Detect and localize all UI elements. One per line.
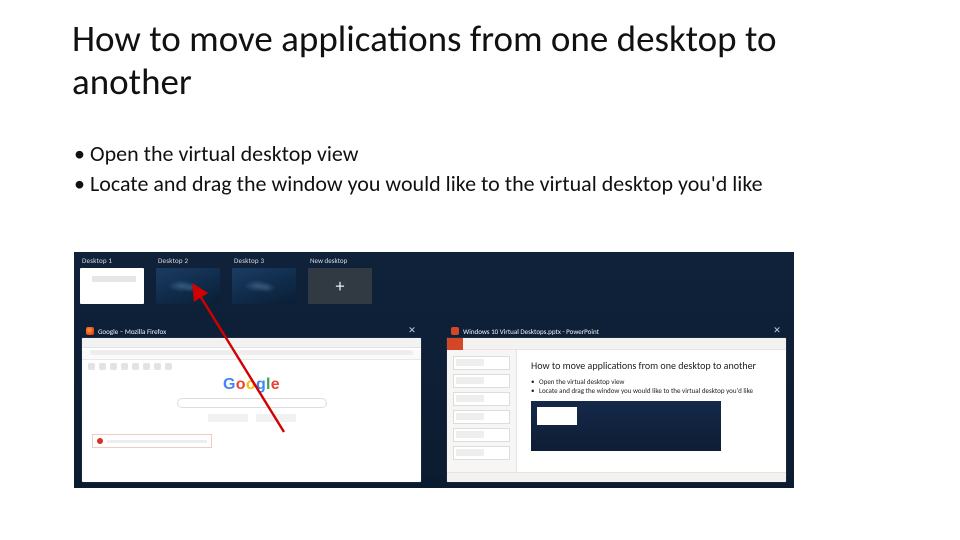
plus-icon[interactable]: + <box>308 268 372 304</box>
bullet-item: • Locate and drag the window you would l… <box>74 170 894 198</box>
new-desktop-button[interactable]: New desktop + <box>308 256 372 316</box>
new-desktop-label: New desktop <box>310 256 372 266</box>
window-body[interactable]: How to move applications from one deskto… <box>447 338 786 482</box>
desktop-preview[interactable] <box>156 268 220 304</box>
powerpoint-icon <box>451 327 459 335</box>
inner-slide-title: How to move applications from one deskto… <box>531 360 772 371</box>
window-preview-firefox[interactable]: Google – Mozilla Firefox ✕ Google <box>82 324 421 482</box>
status-bar <box>447 472 786 482</box>
desktop-label: Desktop 2 <box>158 256 188 266</box>
alert-dot-icon <box>97 438 103 444</box>
inner-bullet-list: •Open the virtual desktop view •Locate a… <box>531 377 772 395</box>
open-windows-row: Google – Mozilla Firefox ✕ Google <box>82 324 786 482</box>
bullet-text: Open the virtual desktop view <box>90 140 894 168</box>
slide-title: How to move applications from one deskto… <box>72 18 892 103</box>
desktop-thumb-2[interactable]: Desktop 2 <box>156 256 222 316</box>
ribbon-bar <box>447 338 786 350</box>
window-titlebar: Google – Mozilla Firefox ✕ <box>82 324 421 338</box>
google-buttons <box>208 414 296 422</box>
window-body[interactable]: Google <box>82 338 421 482</box>
desktop-thumbnail-strip: Desktop 1 Desktop 2 Desktop 3 New deskto… <box>74 252 794 316</box>
bookmark-row <box>82 362 421 371</box>
desktop-label: Desktop 3 <box>234 256 264 266</box>
slide-canvas: How to move applications from one deskto… <box>517 350 786 472</box>
firefox-icon <box>86 327 94 335</box>
inner-screenshot <box>531 401 721 451</box>
bullet-item: • Open the virtual desktop view <box>74 140 894 168</box>
browser-notice <box>92 434 212 448</box>
desktop-preview[interactable] <box>232 268 296 304</box>
bullet-text: Locate and drag the window you would lik… <box>90 170 894 198</box>
file-tab <box>447 338 463 350</box>
google-logo: Google <box>223 376 280 394</box>
bullet-list: • Open the virtual desktop view • Locate… <box>74 140 894 199</box>
window-title: Google – Mozilla Firefox <box>98 327 403 336</box>
close-icon[interactable]: ✕ <box>407 326 417 336</box>
browser-tab-strip <box>82 338 421 348</box>
window-preview-powerpoint[interactable]: Windows 10 Virtual Desktops.pptx - Power… <box>447 324 786 482</box>
desktop-label: Desktop 1 <box>82 256 112 266</box>
slide-thumbnail-panel <box>447 350 517 472</box>
desktop-thumb-3[interactable]: Desktop 3 <box>232 256 298 316</box>
window-titlebar: Windows 10 Virtual Desktops.pptx - Power… <box>447 324 786 338</box>
desktop-preview[interactable] <box>80 268 144 304</box>
bullet-dot-icon: • <box>74 140 90 168</box>
address-bar <box>82 350 421 360</box>
google-search-box <box>177 398 327 408</box>
close-icon[interactable]: ✕ <box>772 326 782 336</box>
task-view-screenshot: Desktop 1 Desktop 2 Desktop 3 New deskto… <box>74 252 794 488</box>
desktop-thumb-1[interactable]: Desktop 1 <box>80 256 146 316</box>
bullet-dot-icon: • <box>74 170 90 198</box>
window-title: Windows 10 Virtual Desktops.pptx - Power… <box>463 327 768 336</box>
